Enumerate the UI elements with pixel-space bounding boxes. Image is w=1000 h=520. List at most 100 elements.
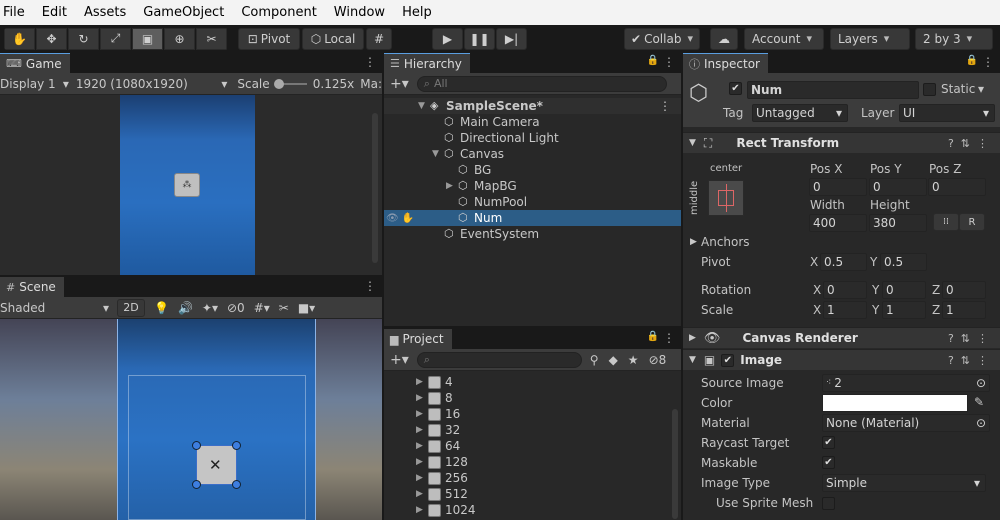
rotate-tool-icon[interactable]: ↻ [68, 27, 99, 50]
scene-menu-icon[interactable]: ⋮ [364, 279, 376, 293]
resolution-dropdown[interactable]: 1920 (1080x1920) ▾ [76, 77, 231, 91]
static-checkbox[interactable] [923, 83, 936, 96]
collab-dropdown[interactable]: ✔ Collab [624, 27, 700, 50]
add-icon[interactable]: +▾ [390, 352, 409, 368]
tab-inspector[interactable]: ⓘ Inspector [683, 53, 768, 73]
scale-tool-icon[interactable]: ⤢ [100, 27, 131, 50]
project-asset-item[interactable]: ▶ 512 [384, 486, 681, 502]
hidden-objects-icon[interactable]: ⊘ [227, 301, 237, 315]
project-asset-item[interactable]: ▶ 4 [384, 374, 681, 390]
component-header-icons[interactable]: ?⇅⋮ [948, 332, 995, 345]
pause-icon[interactable]: ❚❚ [464, 27, 495, 50]
active-checkbox[interactable]: ✔ [729, 82, 742, 95]
component-header-icons[interactable]: ?⇅⋮ [948, 137, 995, 150]
tag-dropdown[interactable]: Untagged ▾ [752, 104, 848, 122]
rect-tool-icon[interactable]: ▣ [132, 27, 163, 50]
width-input[interactable]: 400 [809, 214, 867, 232]
anchor-preset-button[interactable] [708, 180, 744, 216]
grid-snap-icon[interactable]: # [366, 27, 392, 50]
lighting-icon[interactable]: 💡 [154, 301, 169, 315]
lock-icon[interactable]: 🔒 [647, 331, 659, 342]
raycast-target-checkbox[interactable]: ✔ [822, 436, 835, 449]
inspector-menu-icon[interactable]: ⋮ [982, 55, 994, 69]
menu-item[interactable]: Help [402, 5, 432, 20]
project-menu-icon[interactable]: ⋮ [663, 331, 675, 345]
lock-icon[interactable]: 🔒 [966, 55, 978, 66]
scene-menu-icon[interactable]: ⋮ [659, 99, 671, 113]
custom-tool-icon[interactable]: ✂ [196, 27, 227, 50]
project-asset-item[interactable]: ▶ 64 [384, 438, 681, 454]
shading-dropdown[interactable]: Shaded ▾ [0, 301, 113, 315]
chevron-right-icon[interactable]: ▶ [416, 441, 428, 451]
tools-icon[interactable]: ✂ [279, 301, 289, 315]
filter-type-icon[interactable]: ⚲ [590, 353, 599, 367]
add-icon[interactable]: +▾ [390, 76, 409, 92]
pivot-gizmo-icon[interactable]: ✕ [209, 456, 222, 474]
2d-toggle[interactable]: 2D [117, 298, 145, 317]
posx-input[interactable]: 0 [809, 178, 867, 196]
pivot-toggle[interactable]: ⊡ Pivot [238, 27, 300, 50]
tab-hierarchy[interactable]: ☰ Hierarchy [384, 53, 470, 73]
chevron-down-icon[interactable]: ▼ [418, 101, 430, 111]
game-scrollbar[interactable] [372, 113, 378, 263]
move-tool-icon[interactable]: ✥ [36, 27, 67, 50]
posy-input[interactable]: 0 [869, 178, 927, 196]
chevron-right-icon[interactable]: ▶ [416, 393, 428, 403]
hierarchy-item[interactable]: ⬡ Main Camera [384, 114, 681, 130]
menu-item[interactable]: Edit [42, 5, 67, 20]
chevron-down-icon[interactable]: ▾ [978, 82, 984, 96]
project-asset-item[interactable]: ▶ 128 [384, 454, 681, 470]
color-swatch[interactable] [822, 394, 968, 412]
tab-project[interactable]: ▆ Project [384, 329, 452, 349]
layer-dropdown[interactable]: UI ▾ [899, 104, 995, 122]
raw-edit-button[interactable]: R [959, 213, 985, 231]
visibility-icon[interactable]: 👁 ✋ [386, 213, 414, 224]
chevron-right-icon[interactable]: ▶ [416, 377, 428, 387]
game-viewport[interactable]: ⁂ [120, 95, 255, 275]
camera-icon[interactable]: ■▾ [298, 301, 315, 315]
hierarchy-item[interactable]: ▼ ⬡ Canvas [384, 146, 681, 162]
project-search-input[interactable]: ⌕ [416, 351, 582, 368]
chevron-right-icon[interactable]: ▶ [689, 333, 696, 343]
maskable-checkbox[interactable]: ✔ [822, 456, 835, 469]
rect-handle[interactable] [192, 441, 201, 450]
project-asset-item[interactable]: ▶ 32 [384, 422, 681, 438]
menu-item[interactable]: GameObject [143, 5, 224, 20]
pivot-y-input[interactable]: 0.5 [880, 253, 927, 271]
favorite-icon[interactable]: ★ [628, 353, 639, 367]
menu-item[interactable]: File [3, 5, 25, 20]
chevron-right-icon[interactable]: ▶ [416, 409, 428, 419]
effects-icon[interactable]: ✦▾ [202, 301, 218, 315]
object-picker-icon[interactable]: ⊙ [976, 376, 986, 390]
project-asset-item[interactable]: ▶ 16 [384, 406, 681, 422]
source-image-field[interactable]: ⁖ 2 ⊙ [822, 374, 990, 392]
rotation-z-input[interactable]: 0 [942, 281, 986, 299]
chevron-down-icon[interactable]: ▼ [689, 138, 696, 148]
local-toggle[interactable]: ⬡ Local [302, 27, 364, 50]
chevron-down-icon[interactable]: ▼ [689, 355, 696, 365]
height-input[interactable]: 380 [869, 214, 927, 232]
hierarchy-item[interactable]: ⬡ Directional Light [384, 130, 681, 146]
display-dropdown[interactable]: Display 1 ▾ [0, 77, 72, 91]
rotation-y-input[interactable]: 0 [882, 281, 926, 299]
hierarchy-item[interactable]: ▶ ⬡ MapBG [384, 178, 681, 194]
chevron-right-icon[interactable]: ▶ [690, 237, 697, 247]
tab-scene[interactable]: # Scene [0, 277, 64, 297]
canvas-renderer-header[interactable]: ▶ 👁 Canvas Renderer ?⇅⋮ [683, 327, 1000, 348]
use-sprite-mesh-checkbox[interactable] [822, 497, 835, 510]
eyedropper-icon[interactable]: ✎ [974, 395, 984, 409]
selected-num-object[interactable]: ✕ [192, 441, 241, 489]
rect-handle[interactable] [232, 480, 241, 489]
hierarchy-item[interactable]: ⬡ EventSystem [384, 226, 681, 242]
hierarchy-menu-icon[interactable]: ⋮ [663, 55, 675, 69]
step-icon[interactable]: ▶| [496, 27, 527, 50]
object-name-input[interactable]: Num [747, 81, 919, 99]
scale-x-input[interactable]: 1 [823, 301, 867, 319]
image-component-header[interactable]: ▼ ▣ ✔ Image ?⇅⋮ [683, 349, 1000, 370]
scene-viewport[interactable]: ✕ [0, 319, 382, 520]
hierarchy-item[interactable]: ⬡ BG [384, 162, 681, 178]
hidden-packages-icon[interactable]: ⊘ [649, 353, 659, 367]
hierarchy-item[interactable]: ⬡ NumPool [384, 194, 681, 210]
rect-handle[interactable] [192, 480, 201, 489]
chevron-right-icon[interactable]: ▶ [416, 457, 428, 467]
